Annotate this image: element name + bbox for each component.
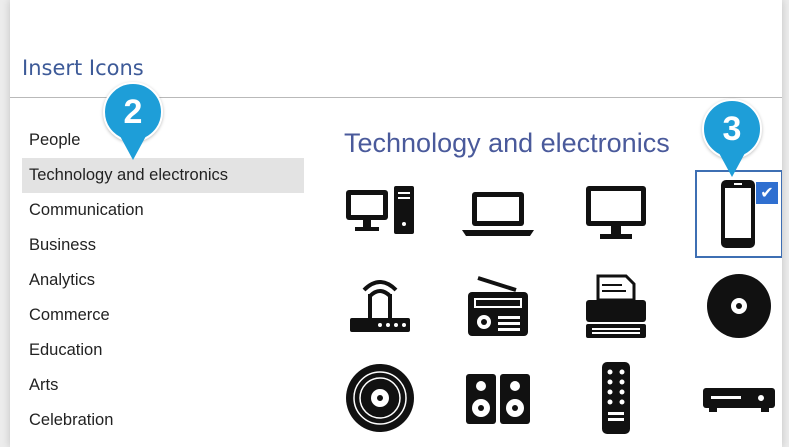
wifi-router-icon[interactable]: [336, 262, 424, 350]
vinyl-record-icon[interactable]: [336, 354, 424, 442]
dvd-player-icon[interactable]: [695, 354, 782, 442]
disc-icon[interactable]: [695, 262, 782, 350]
laptop-icon[interactable]: [454, 170, 542, 258]
insert-icons-dialog: Insert Icons People Technology and elect…: [10, 0, 782, 447]
desktop-tower-icon[interactable]: [336, 170, 424, 258]
category-item-technology[interactable]: Technology and electronics: [22, 158, 304, 193]
dialog-title: Insert Icons: [22, 56, 144, 80]
category-item-celebration[interactable]: Celebration: [22, 403, 304, 438]
smartphone-icon[interactable]: ✔: [695, 170, 782, 258]
remote-control-icon[interactable]: [572, 354, 660, 442]
category-item-education[interactable]: Education: [22, 333, 304, 368]
category-list: People Technology and electronics Commun…: [22, 123, 304, 438]
category-item-communication[interactable]: Communication: [22, 193, 304, 228]
step-3-callout: 3: [702, 99, 762, 177]
category-item-analytics[interactable]: Analytics: [22, 263, 304, 298]
category-item-people[interactable]: People: [22, 123, 304, 158]
selected-check-icon: ✔: [756, 182, 778, 204]
monitor-icon[interactable]: [572, 170, 660, 258]
printer-icon[interactable]: [572, 262, 660, 350]
speakers-icon[interactable]: [454, 354, 542, 442]
category-item-arts[interactable]: Arts: [22, 368, 304, 403]
section-heading: Technology and electronics: [344, 128, 670, 158]
category-item-business[interactable]: Business: [22, 228, 304, 263]
step-2-callout: 2: [103, 82, 163, 160]
radio-icon[interactable]: [454, 262, 542, 350]
category-item-commerce[interactable]: Commerce: [22, 298, 304, 333]
